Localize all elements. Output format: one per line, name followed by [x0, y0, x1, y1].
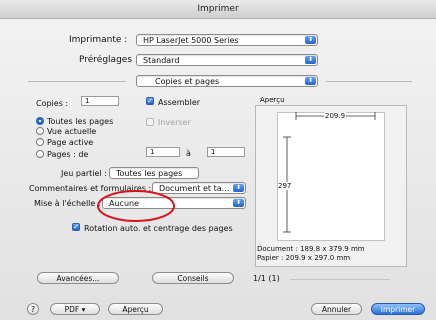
page-counter: 1/1 (1) — [253, 274, 280, 283]
preview-button[interactable]: Aperçu — [108, 303, 163, 315]
pdf-button[interactable]: PDF ▾ — [50, 303, 100, 315]
print-dialog: Imprimer Imprimante : HP LaserJet 5000 S… — [0, 0, 436, 320]
preview-height: 297 — [278, 182, 292, 190]
print-button[interactable]: Imprimer — [371, 303, 425, 315]
advanced-button[interactable]: Avancées... — [37, 272, 119, 284]
preview-document-size: Document : 189.8 x 379.9 mm — [257, 245, 365, 253]
help-button[interactable]: ? — [27, 303, 39, 315]
preview-width: 209.9 — [324, 112, 347, 120]
cancel-button[interactable]: Annuler — [311, 303, 362, 315]
tips-button[interactable]: Conseils — [152, 272, 234, 284]
page-slider[interactable] — [290, 279, 390, 280]
preview-paper-size: Papier : 209.9 x 297.0 mm — [257, 254, 351, 262]
